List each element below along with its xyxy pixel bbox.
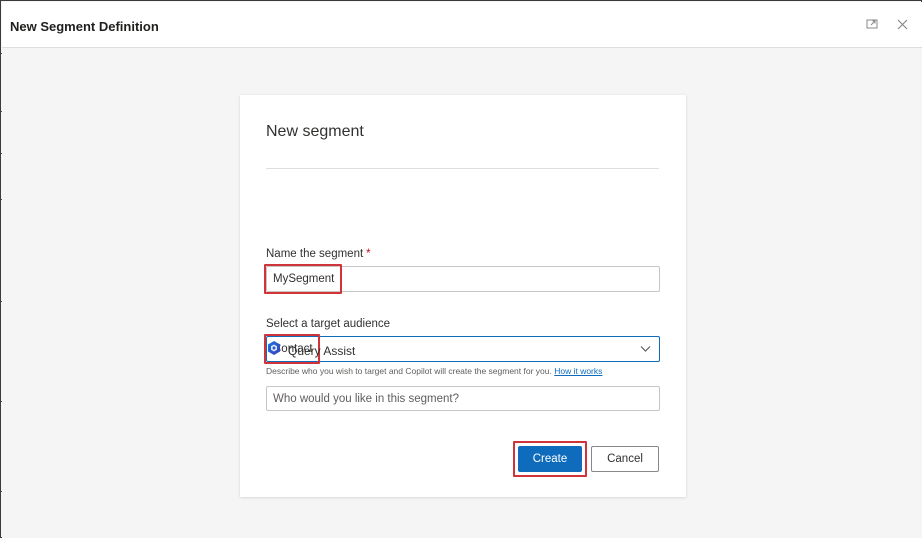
dialog-content: New segment Name the segment * MySegment … [2, 48, 922, 538]
segment-name-input[interactable]: MySegment [266, 266, 660, 292]
how-it-works-link[interactable]: How it works [554, 366, 602, 376]
copilot-icon [266, 340, 282, 361]
expand-icon[interactable] [864, 16, 880, 32]
query-assist-description: Describe who you wish to target and Copi… [266, 366, 602, 376]
card-title: New segment [266, 123, 364, 140]
title-bar: New Segment Definition [2, 2, 922, 48]
new-segment-card: New segment Name the segment * MySegment … [240, 95, 686, 497]
query-assist-header: Query Assist [266, 340, 355, 361]
query-assist-description-text: Describe who you wish to target and Copi… [266, 366, 552, 376]
segment-name-value: MySegment [273, 273, 335, 285]
chevron-down-icon [640, 344, 651, 356]
dialog-window: New Segment Definition New segment Name … [0, 0, 922, 538]
required-mark: * [366, 248, 371, 260]
query-assist-input[interactable]: Who would you like in this segment? [266, 386, 660, 411]
query-assist-label: Query Assist [288, 343, 356, 358]
title-actions [864, 16, 910, 32]
card-divider [266, 168, 659, 169]
create-button[interactable]: Create [518, 446, 582, 472]
query-assist-placeholder: Who would you like in this segment? [273, 392, 460, 405]
close-icon[interactable] [894, 16, 910, 32]
segment-name-label-text: Name the segment [266, 248, 364, 260]
cancel-button[interactable]: Cancel [591, 446, 659, 472]
window-title: New Segment Definition [10, 19, 159, 34]
audience-label: Select a target audience [266, 318, 391, 330]
segment-name-label: Name the segment * [266, 248, 371, 260]
